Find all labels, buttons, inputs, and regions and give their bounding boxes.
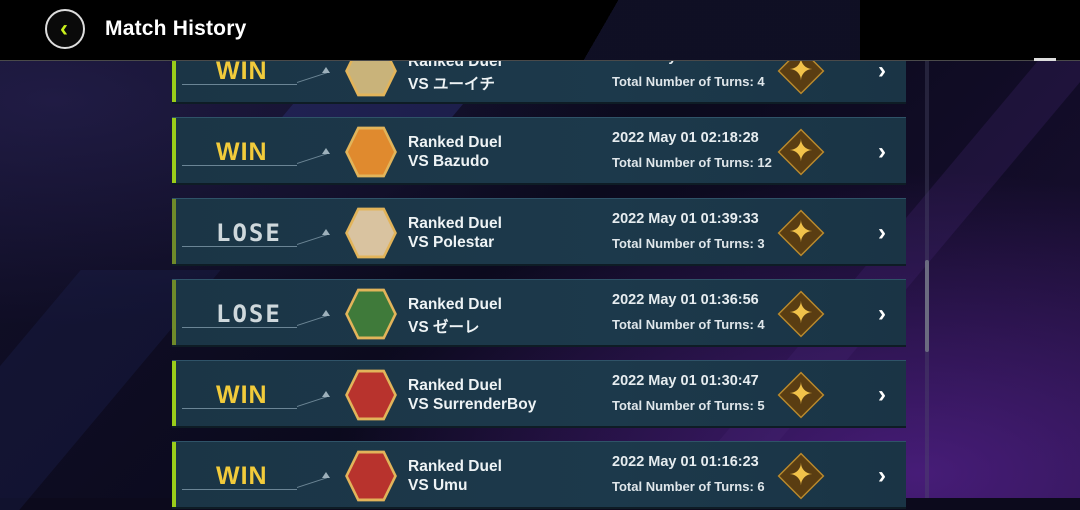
- rank-eagle-icon: ✦: [788, 135, 814, 168]
- chevron-right-icon[interactable]: ›: [878, 462, 886, 490]
- header-bar: ‹ Match History: [0, 0, 1080, 61]
- duel-type: Ranked Duel: [408, 377, 502, 394]
- divider: [182, 163, 297, 166]
- match-row[interactable]: WIN Ranked Duel VS Bazudo 2022 May 01 02…: [172, 117, 906, 185]
- match-row[interactable]: WIN Ranked Duel VS SurrenderBoy 2022 May…: [172, 360, 906, 428]
- match-row[interactable]: LOSE Ranked Duel VS Polestar 2022 May 01…: [172, 198, 906, 266]
- triangle-icon: [322, 391, 330, 397]
- turn-count: Total Number of Turns: 5: [612, 398, 765, 413]
- divider: [182, 82, 297, 85]
- turn-count: Total Number of Turns: 12: [612, 155, 772, 170]
- triangle-icon: [322, 229, 330, 235]
- opponent-avatar: [345, 369, 397, 421]
- opponent-name: VS Polestar: [408, 234, 495, 251]
- turn-count: Total Number of Turns: 4: [612, 317, 765, 332]
- triangle-icon: [322, 67, 330, 73]
- triangle-icon: [322, 472, 330, 478]
- avatar-portrait: [347, 291, 395, 337]
- chevron-right-icon[interactable]: ›: [878, 219, 886, 247]
- duel-type: Ranked Duel: [408, 215, 502, 232]
- opponent-name: VS Umu: [408, 477, 468, 494]
- duel-type: Ranked Duel: [408, 458, 502, 475]
- avatar-portrait: [347, 129, 395, 175]
- opponent-avatar: [345, 207, 397, 259]
- triangle-icon: [322, 310, 330, 316]
- match-datetime: 2022 May 01 01:30:47: [612, 373, 759, 389]
- rank-eagle-icon: ✦: [788, 297, 814, 330]
- chevron-right-icon[interactable]: ›: [878, 381, 886, 409]
- chevron-right-icon[interactable]: ›: [878, 57, 886, 85]
- opponent-avatar: [345, 450, 397, 502]
- chevron-right-icon[interactable]: ›: [878, 300, 886, 328]
- page-title: Match History: [105, 17, 247, 40]
- rank-eagle-icon: ✦: [788, 216, 814, 249]
- avatar-portrait: [347, 210, 395, 256]
- match-datetime: 2022 May 01 01:36:56: [612, 292, 759, 308]
- divider: [182, 487, 297, 490]
- match-row[interactable]: WIN Ranked Duel VS Umu 2022 May 01 01:16…: [172, 441, 906, 509]
- scrollbar-thumb[interactable]: [925, 260, 929, 352]
- match-datetime: 2022 May 01 01:39:33: [612, 211, 759, 227]
- opponent-name: VS Bazudo: [408, 153, 489, 170]
- divider: [182, 406, 297, 409]
- duel-type: Ranked Duel: [408, 134, 502, 151]
- avatar-portrait: [347, 453, 395, 499]
- match-datetime: 2022 May 01 02:18:28: [612, 130, 759, 146]
- opponent-avatar: [345, 288, 397, 340]
- chevron-left-icon: ‹: [60, 15, 68, 42]
- divider: [182, 244, 297, 247]
- match-datetime: 2022 May 01 01:16:23: [612, 454, 759, 470]
- opponent-name: VS SurrenderBoy: [408, 396, 537, 413]
- turn-count: Total Number of Turns: 3: [612, 236, 765, 251]
- back-button[interactable]: ‹: [45, 9, 85, 49]
- avatar-portrait: [347, 372, 395, 418]
- match-history-list[interactable]: WIN Ranked Duel VS ユーイチ 2022 May 01 02:3…: [0, 0, 1080, 509]
- match-row[interactable]: LOSE Ranked Duel VS ゼーレ 2022 May 01 01:3…: [172, 279, 906, 347]
- turn-count: Total Number of Turns: 4: [612, 74, 765, 89]
- turn-count: Total Number of Turns: 6: [612, 479, 765, 494]
- rank-eagle-icon: ✦: [788, 459, 814, 492]
- rank-eagle-icon: ✦: [788, 378, 814, 411]
- header-decoration: [500, 0, 860, 60]
- divider: [182, 325, 297, 328]
- scrollbar[interactable]: [925, 60, 929, 498]
- opponent-name: VS ゼーレ: [408, 319, 480, 336]
- duel-type: Ranked Duel: [408, 296, 502, 313]
- chevron-right-icon[interactable]: ›: [878, 138, 886, 166]
- opponent-name: VS ユーイチ: [408, 76, 495, 93]
- triangle-icon: [322, 148, 330, 154]
- opponent-avatar: [345, 126, 397, 178]
- minus-icon[interactable]: [1034, 58, 1056, 61]
